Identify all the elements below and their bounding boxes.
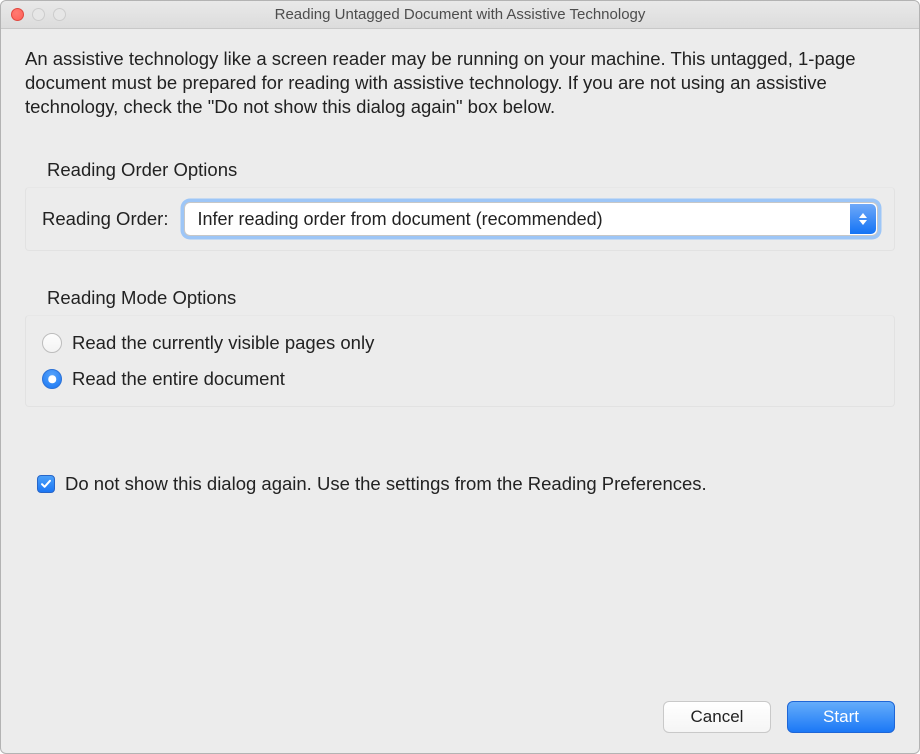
reading-mode-section-label: Reading Mode Options bbox=[47, 287, 895, 309]
titlebar: Reading Untagged Document with Assistive… bbox=[1, 1, 919, 29]
cancel-button-label: Cancel bbox=[691, 707, 744, 727]
reading-mode-section: Read the currently visible pages only Re… bbox=[25, 315, 895, 407]
start-button-label: Start bbox=[823, 707, 859, 727]
reading-order-label: Reading Order: bbox=[42, 208, 168, 230]
description-text: An assistive technology like a screen re… bbox=[25, 47, 895, 119]
window-title: Reading Untagged Document with Assistive… bbox=[1, 6, 919, 23]
checkbox-checked-icon bbox=[37, 475, 55, 493]
maximize-icon bbox=[53, 8, 66, 21]
cancel-button[interactable]: Cancel bbox=[663, 701, 771, 733]
minimize-icon bbox=[32, 8, 45, 21]
radio-icon-unchecked bbox=[42, 333, 62, 353]
reading-order-select[interactable]: Infer reading order from document (recom… bbox=[184, 202, 878, 236]
radio-icon-checked bbox=[42, 369, 62, 389]
reading-order-row: Reading Order: Infer reading order from … bbox=[42, 202, 878, 236]
start-button[interactable]: Start bbox=[787, 701, 895, 733]
radio-entire-document-label: Read the entire document bbox=[72, 368, 285, 390]
do-not-show-checkbox-row[interactable]: Do not show this dialog again. Use the s… bbox=[37, 473, 895, 495]
reading-order-selected-value: Infer reading order from document (recom… bbox=[197, 209, 602, 230]
reading-order-section-label: Reading Order Options bbox=[47, 159, 895, 181]
chevron-updown-icon bbox=[850, 204, 876, 234]
reading-order-section: Reading Order: Infer reading order from … bbox=[25, 187, 895, 251]
traffic-lights bbox=[11, 8, 66, 21]
dialog-content: An assistive technology like a screen re… bbox=[1, 29, 919, 753]
radio-visible-pages[interactable]: Read the currently visible pages only bbox=[42, 332, 878, 354]
close-icon[interactable] bbox=[11, 8, 24, 21]
radio-visible-pages-label: Read the currently visible pages only bbox=[72, 332, 374, 354]
button-row: Cancel Start bbox=[25, 701, 895, 733]
radio-entire-document[interactable]: Read the entire document bbox=[42, 368, 878, 390]
dialog-window: Reading Untagged Document with Assistive… bbox=[0, 0, 920, 754]
do-not-show-label: Do not show this dialog again. Use the s… bbox=[65, 473, 707, 495]
